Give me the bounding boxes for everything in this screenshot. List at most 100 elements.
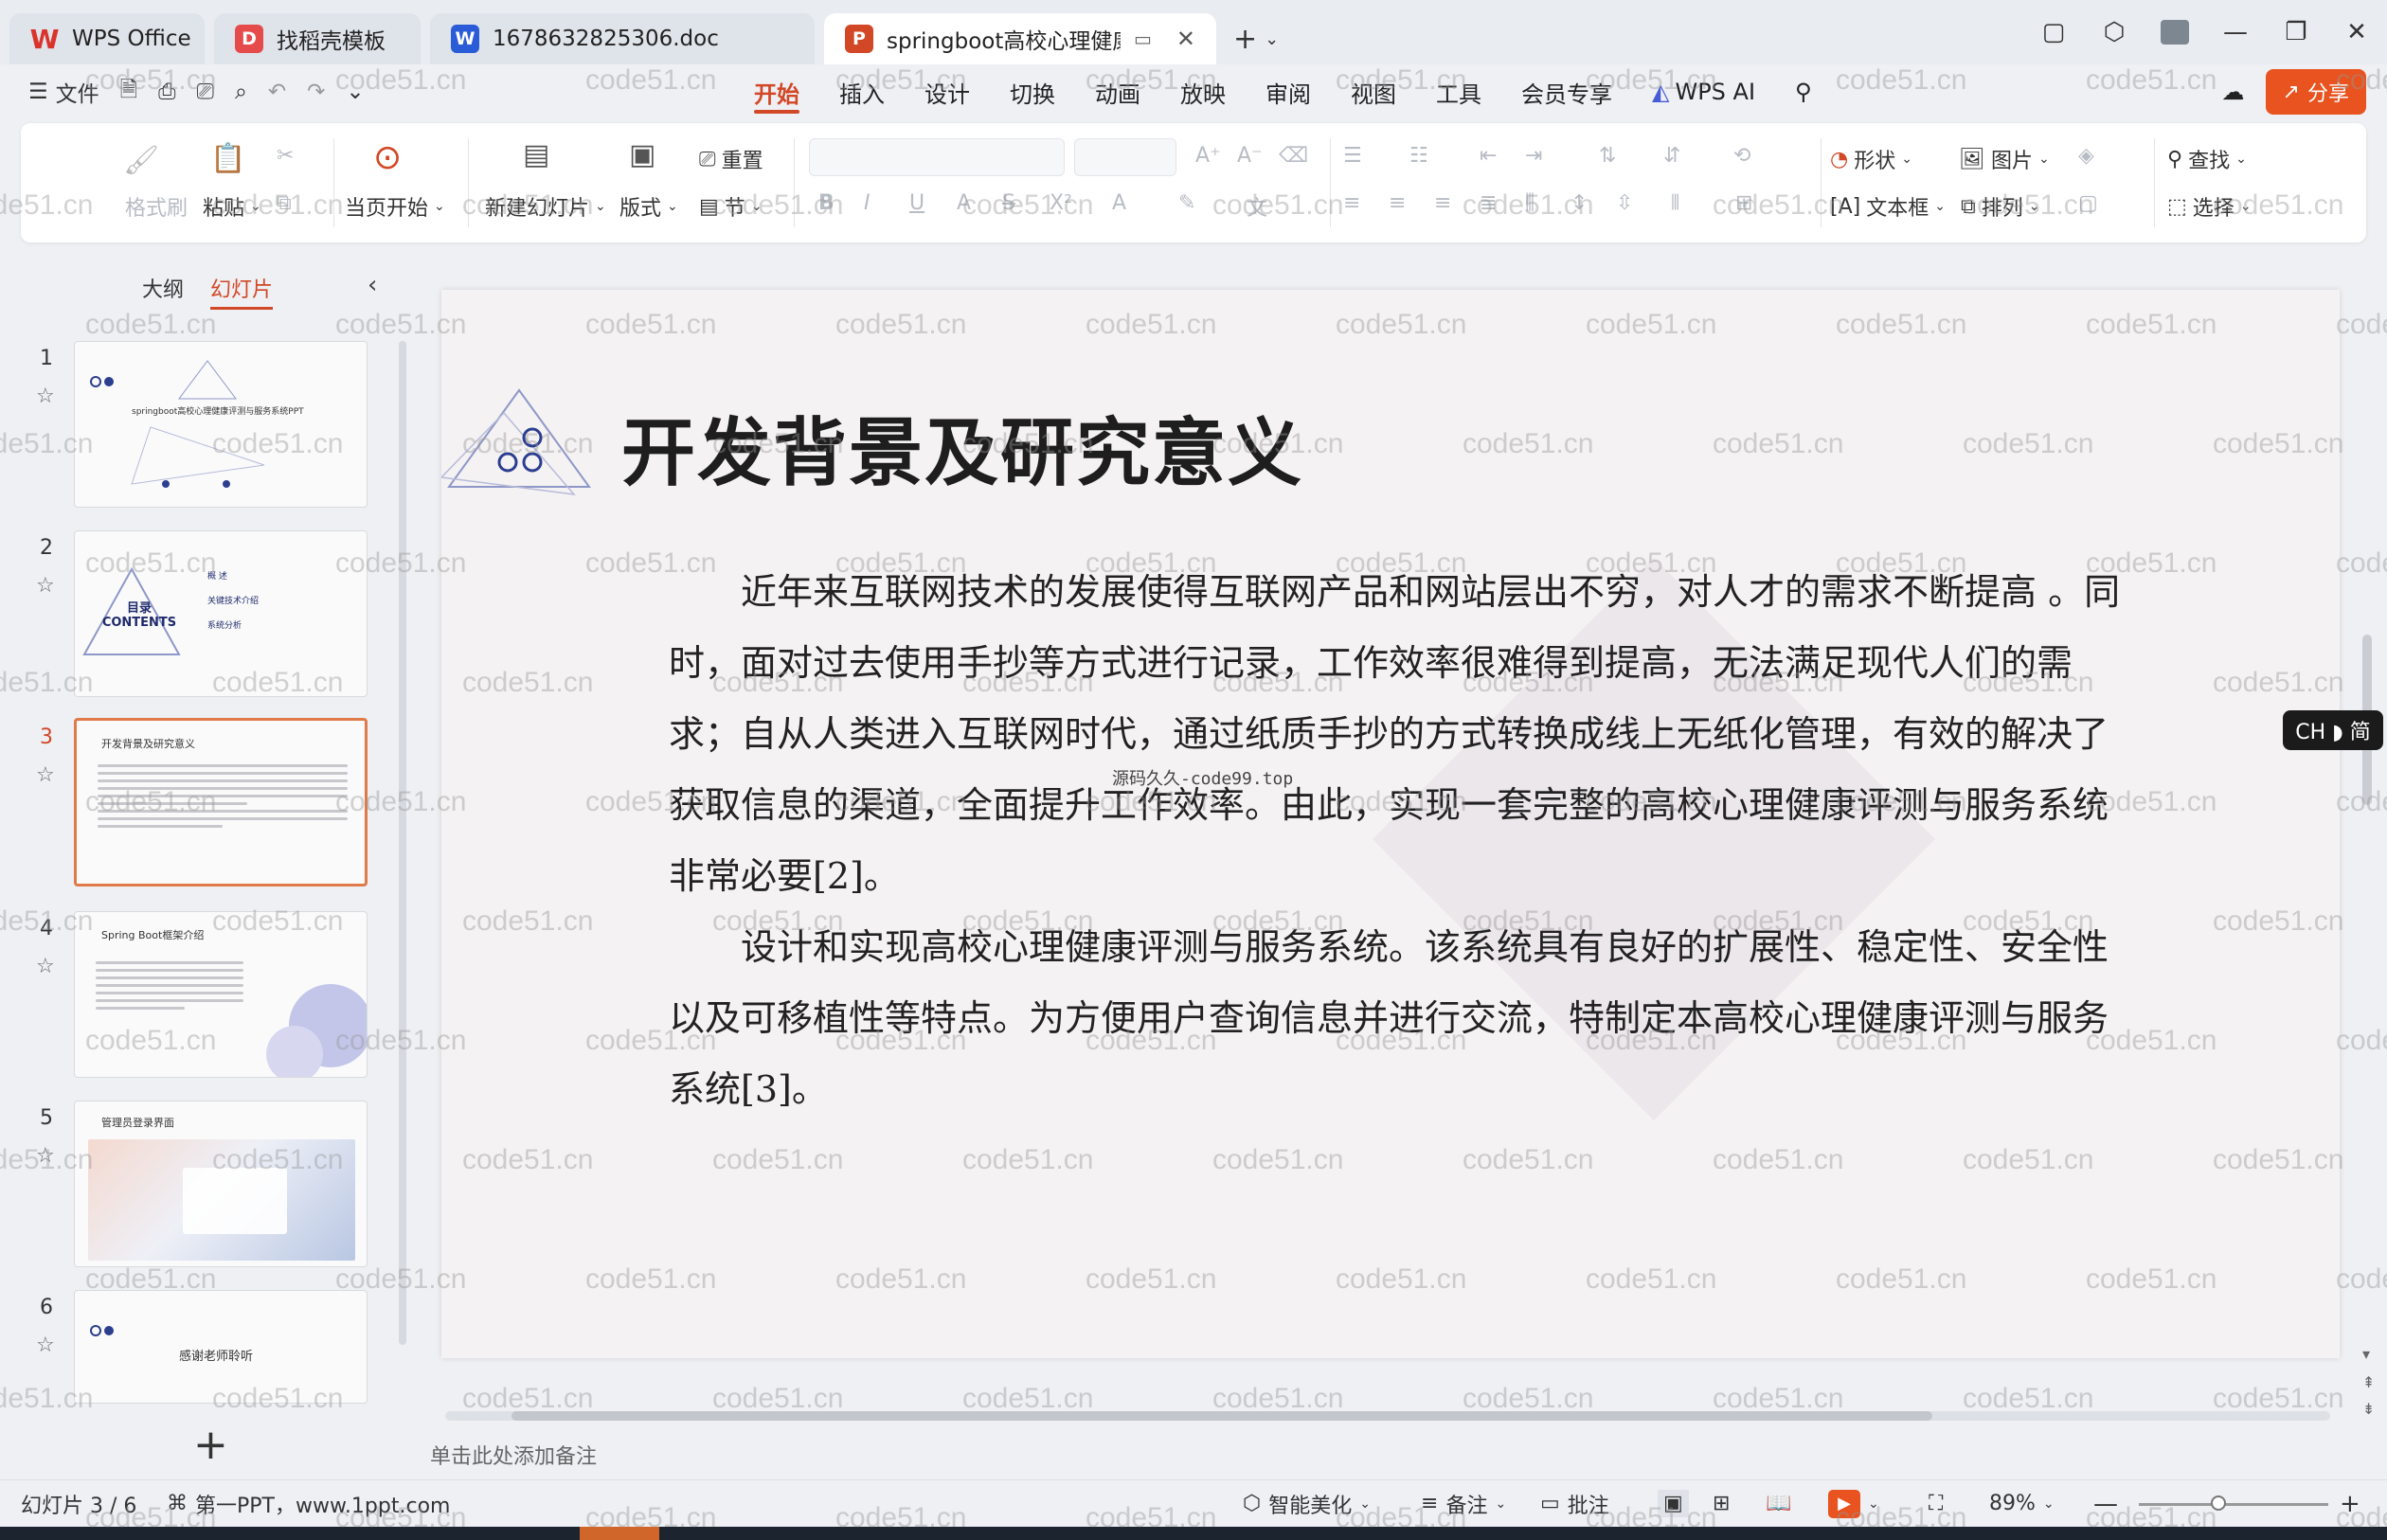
tab-slides[interactable]: 幻灯片: [210, 273, 274, 310]
panel-scrollbar[interactable]: [399, 341, 406, 1345]
undo-icon[interactable]: ↶: [268, 80, 286, 104]
convert-icon[interactable]: ⟲: [1733, 144, 1750, 168]
tab-window-icon[interactable]: ▭: [1134, 27, 1152, 50]
picture-button[interactable]: 🖼 图片 ⌄: [1959, 144, 2050, 174]
find-button[interactable]: ⚲ 查找 ⌄: [2167, 144, 2247, 174]
tab-tools[interactable]: 工具: [1416, 64, 1501, 119]
ime-indicator[interactable]: CH ◗ 简: [2283, 710, 2383, 750]
notes-placeholder[interactable]: 单击此处添加备注: [430, 1440, 597, 1470]
play-circle-icon[interactable]: ⊙: [373, 138, 402, 177]
smart-beautify-button[interactable]: ⬡ 智能美化 ⌄: [1243, 1489, 1371, 1519]
shape-button[interactable]: ◔ 形状 ⌄: [1830, 144, 1912, 174]
slide-thumbnail-4[interactable]: Spring Boot框架介绍: [74, 911, 368, 1078]
start-from-current-button[interactable]: 当页开始 ⌄: [345, 191, 445, 222]
text-direction-icon[interactable]: ⇅: [1599, 144, 1616, 168]
star-icon[interactable]: ☆: [36, 385, 55, 408]
tab-view[interactable]: 视图: [1331, 64, 1416, 119]
zoom-level[interactable]: 89% ⌄: [1989, 1492, 2055, 1515]
tab-design[interactable]: 设计: [905, 64, 990, 119]
more-chevron-icon[interactable]: ⌄: [346, 80, 364, 104]
strikethrough-icon[interactable]: S: [1002, 191, 1015, 215]
slide-thumbnail-5[interactable]: 管理员登录界面: [74, 1101, 368, 1267]
new-slide-button[interactable]: 新建幻灯片 ⌄: [485, 191, 606, 222]
star-icon[interactable]: ☆: [36, 955, 55, 978]
tab-home[interactable]: 开始: [734, 64, 819, 119]
current-slide[interactable]: 开发背景及研究意义 近年来互联网技术的发展使得互联网产品和网站层出不穷，对人才的…: [441, 290, 2340, 1358]
cut-icon[interactable]: ✂: [277, 144, 294, 168]
cloud-upload-icon[interactable]: ☁: [2222, 79, 2245, 105]
font-color-icon[interactable]: A: [1112, 191, 1126, 215]
arrange-button[interactable]: ⧉ 排列 ⌄: [1961, 191, 2039, 222]
new-tab-button[interactable]: + ⌄: [1233, 13, 1279, 64]
decrease-font-icon[interactable]: A⁻: [1237, 144, 1263, 168]
paste-button[interactable]: 粘贴 ⌄: [203, 191, 261, 222]
justify-icon[interactable]: ≣: [1480, 191, 1497, 215]
scroll-down-icon[interactable]: ▾: [2362, 1345, 2370, 1363]
slide-thumbnail-2[interactable]: 目录 CONTENTS 概 述 关键技术介绍 系统分析: [74, 530, 368, 697]
tab-slideshow[interactable]: 放映: [1160, 64, 1246, 119]
increase-indent-icon[interactable]: ⇥: [1525, 144, 1542, 168]
tab-member[interactable]: 会员专享: [1501, 64, 1632, 119]
tab-transitions[interactable]: 切换: [990, 64, 1075, 119]
line-spacing-icon[interactable]: ↕: [1570, 191, 1588, 215]
italic-icon[interactable]: I: [864, 191, 870, 215]
decrease-indent-icon[interactable]: ⇤: [1480, 144, 1497, 168]
text-align-icon[interactable]: ⊞: [1735, 191, 1752, 215]
zoom-in-icon[interactable]: +: [2340, 1490, 2360, 1518]
clear-format-icon[interactable]: ⌫: [1279, 144, 1308, 168]
fill-icon[interactable]: ◈: [2078, 144, 2094, 168]
new-slide-icon[interactable]: ▤: [523, 138, 549, 171]
play-slideshow-button[interactable]: ▶ ⌄: [1828, 1489, 1879, 1518]
export-icon[interactable]: ⎙: [158, 80, 175, 104]
tab-current-presentation[interactable]: P springboot高校心理健康评测 ▭ ✕: [824, 13, 1216, 64]
star-icon[interactable]: ☆: [36, 574, 55, 598]
format-painter-button[interactable]: 🖌: [123, 144, 159, 177]
file-menu[interactable]: ☰ 文件: [28, 76, 99, 108]
close-icon[interactable]: ✕: [1176, 26, 1195, 52]
fit-window-icon[interactable]: ⛶: [1929, 1492, 1943, 1515]
star-icon[interactable]: ☆: [36, 763, 55, 787]
align-right-icon[interactable]: ≡: [1434, 191, 1451, 215]
tab-word-document[interactable]: W 1678632825306.doc: [430, 13, 815, 64]
align-center-icon[interactable]: ≡: [1389, 191, 1406, 215]
tab-wps-office[interactable]: W WPS Office: [9, 13, 205, 64]
wps-ai-button[interactable]: ◭ WPS AI: [1632, 64, 1775, 119]
sort-icon[interactable]: ⇵: [1663, 144, 1680, 168]
distribute-icon[interactable]: ⫼: [1525, 191, 1534, 215]
bullets-icon[interactable]: ☰: [1343, 144, 1362, 168]
slide-title[interactable]: 开发背景及研究意义: [621, 394, 1303, 500]
redo-icon[interactable]: ↷: [307, 80, 325, 104]
add-slide-button[interactable]: +: [193, 1421, 228, 1469]
avatar[interactable]: [2145, 0, 2205, 64]
paragraph-spacing-icon[interactable]: ⇳: [1616, 191, 1633, 215]
slide-thumbnail-3[interactable]: 开发背景及研究意义: [74, 718, 368, 886]
zoom-slider-handle[interactable]: [2211, 1495, 2226, 1511]
print-preview-icon[interactable]: ⌕: [235, 80, 247, 104]
highlight-icon[interactable]: ✎: [1178, 191, 1195, 215]
numbering-icon[interactable]: ☷: [1409, 144, 1428, 168]
horizontal-scrollbar[interactable]: [445, 1411, 2330, 1421]
maximize-icon[interactable]: ❐: [2266, 0, 2326, 64]
tab-view-icon[interactable]: ▢: [2023, 0, 2084, 64]
font-size-select[interactable]: [1074, 138, 1176, 176]
columns-icon[interactable]: ⫴: [1671, 191, 1679, 215]
textbox-button[interactable]: [A] 文本框 ⌄: [1830, 191, 1946, 222]
next-slide-icon[interactable]: ⇟: [2362, 1400, 2375, 1418]
section-button[interactable]: ▤ 节 ⌄: [699, 191, 763, 222]
bold-icon[interactable]: B: [818, 191, 835, 215]
select-button[interactable]: ⬚ 选择 ⌄: [2167, 191, 2252, 222]
superscript-icon[interactable]: X²: [1050, 191, 1072, 215]
star-icon[interactable]: ☆: [36, 1144, 55, 1168]
zoom-out-icon[interactable]: —: [2093, 1490, 2118, 1518]
layout-icon[interactable]: ▣: [629, 138, 655, 171]
paste-icon[interactable]: 📋: [210, 142, 245, 175]
search-icon[interactable]: ⚲: [1775, 64, 1832, 119]
slide-thumbnail-1[interactable]: springboot高校心理健康评测与服务系统PPT: [74, 341, 368, 508]
slide-body-text[interactable]: 近年来互联网技术的发展使得互联网产品和网站层出不穷，对人才的需求不断提高 。同时…: [669, 557, 2135, 1125]
star-icon[interactable]: ☆: [36, 1334, 55, 1357]
shadow-icon[interactable]: A: [957, 191, 971, 215]
tab-docer-templates[interactable]: D 找稻壳模板: [214, 13, 421, 64]
collapse-panel-icon[interactable]: ‹: [368, 271, 377, 299]
share-button[interactable]: ↗ 分享: [2265, 69, 2366, 115]
tab-animations[interactable]: 动画: [1075, 64, 1160, 119]
